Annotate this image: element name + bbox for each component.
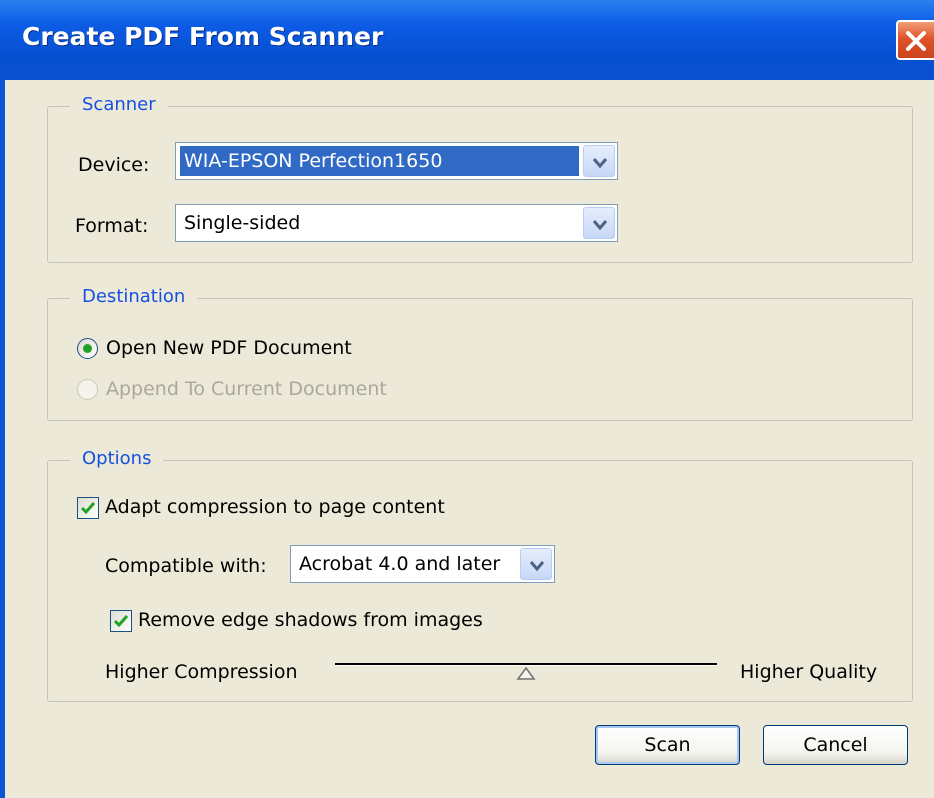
close-button[interactable] <box>896 20 934 60</box>
checkmark-icon <box>80 502 96 515</box>
device-dropdown-button[interactable] <box>583 145 615 177</box>
destination-group: Destination <box>47 286 913 421</box>
slider-min-label: Higher Compression <box>105 661 298 683</box>
chevron-down-icon <box>592 158 608 169</box>
compatible-with-select[interactable]: Acrobat 4.0 and later <box>290 545 555 583</box>
format-select-value: Single-sided <box>184 212 301 234</box>
chevron-down-icon <box>592 220 608 231</box>
close-icon <box>906 31 926 51</box>
dialog-body: Scanner Device: WIA-EPSON Perfection1650… <box>5 80 934 798</box>
append-radio[interactable] <box>77 379 98 400</box>
compatible-with-label: Compatible with: <box>105 555 267 577</box>
chevron-down-icon <box>529 561 545 572</box>
compatible-with-value: Acrobat 4.0 and later <box>299 553 501 575</box>
open-new-radio[interactable] <box>77 338 98 359</box>
title-bar[interactable]: Create PDF From Scanner <box>0 0 934 80</box>
options-legend: Options <box>70 448 164 469</box>
quality-slider-track[interactable] <box>335 663 717 666</box>
checkmark-icon <box>113 615 129 628</box>
remove-shadows-label[interactable]: Remove edge shadows from images <box>138 609 483 631</box>
destination-legend: Destination <box>70 286 198 307</box>
cancel-button[interactable]: Cancel <box>763 725 908 765</box>
adapt-compression-label[interactable]: Adapt compression to page content <box>105 496 445 518</box>
adapt-compression-checkbox[interactable] <box>77 497 99 519</box>
compatible-dropdown-button[interactable] <box>520 548 552 580</box>
append-label[interactable]: Append To Current Document <box>106 378 387 400</box>
device-label: Device: <box>78 154 150 176</box>
scan-button[interactable]: Scan <box>595 725 740 765</box>
window-title: Create PDF From Scanner <box>22 22 384 51</box>
format-label: Format: <box>75 215 149 237</box>
format-select[interactable]: Single-sided <box>175 204 618 242</box>
radio-selected-dot <box>83 344 92 353</box>
dialog-window: Create PDF From Scanner Scanner Device: … <box>0 0 934 798</box>
slider-thumb-icon[interactable] <box>516 667 536 681</box>
scanner-legend: Scanner <box>70 94 168 115</box>
open-new-label[interactable]: Open New PDF Document <box>106 337 352 359</box>
remove-shadows-checkbox[interactable] <box>110 610 132 632</box>
device-select[interactable]: WIA-EPSON Perfection1650 <box>175 142 618 180</box>
slider-max-label: Higher Quality <box>740 661 878 683</box>
device-select-value: WIA-EPSON Perfection1650 <box>180 146 579 176</box>
format-dropdown-button[interactable] <box>583 207 615 239</box>
